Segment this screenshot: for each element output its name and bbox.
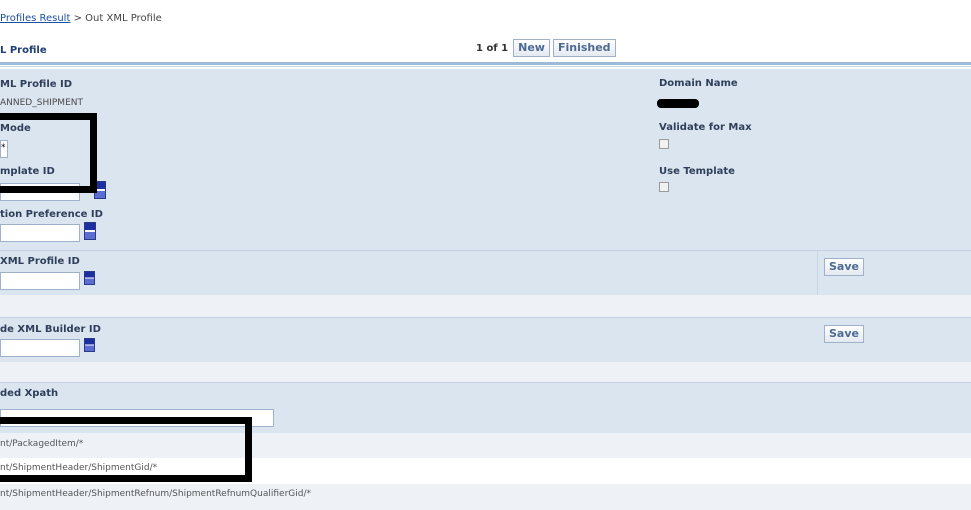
page-title: L Profile — [0, 45, 47, 56]
xpath-row-3-text: nt/ShipmentHeader/ShipmentRefnum/Shipmen… — [0, 489, 311, 499]
redaction-frame — [0, 113, 97, 193]
xml-profile-id-value: ANNED_SHIPMENT — [0, 98, 83, 108]
xml-profile-save-button[interactable]: Save — [824, 258, 864, 276]
domain-name-redaction — [657, 99, 699, 108]
xml-builder-input[interactable] — [0, 339, 80, 357]
use-template-label: Use Template — [659, 166, 735, 177]
option-preference-input[interactable] — [0, 224, 80, 242]
pager-count: 1 of 1 — [476, 42, 509, 54]
option-preference-label: tion Preference ID — [0, 209, 103, 220]
validate-max-label: Validate for Max — [659, 122, 752, 133]
xml-builder-section-label: de XML Builder ID — [0, 324, 101, 335]
finished-button[interactable]: Finished — [552, 39, 616, 57]
xml-builder-lookup-icon[interactable] — [84, 338, 95, 352]
xml-profile-lookup-icon[interactable] — [84, 271, 95, 285]
xml-profile-section-label: XML Profile ID — [0, 256, 80, 267]
domain-name-label: Domain Name — [659, 78, 738, 89]
header-rule — [0, 62, 971, 65]
xml-profile-id-label: ML Profile ID — [0, 79, 73, 90]
xml-builder-empty-row — [0, 362, 971, 382]
breadcrumb-link[interactable]: Profiles Result — [0, 13, 70, 24]
breadcrumb: Profiles Result > Out XML Profile — [0, 13, 162, 24]
pager: 1 of 1 New Finished — [476, 39, 616, 57]
profile-form-panel — [0, 69, 971, 250]
breadcrumb-current: Out XML Profile — [85, 13, 162, 24]
xpath-redaction-frame — [0, 417, 252, 482]
new-button[interactable]: New — [513, 39, 550, 57]
xpath-section-label: ded Xpath — [0, 388, 59, 399]
header-rule-light — [0, 66, 971, 67]
breadcrumb-separator: > — [73, 13, 82, 24]
xpath-header — [0, 383, 971, 405]
use-template-checkbox[interactable] — [659, 182, 669, 192]
xml-profile-input[interactable] — [0, 272, 80, 290]
option-preference-lookup-icon[interactable] — [84, 222, 96, 240]
validate-max-checkbox[interactable] — [659, 139, 669, 149]
xml-builder-save-button[interactable]: Save — [824, 325, 864, 343]
xml-profile-empty-row — [0, 295, 971, 317]
